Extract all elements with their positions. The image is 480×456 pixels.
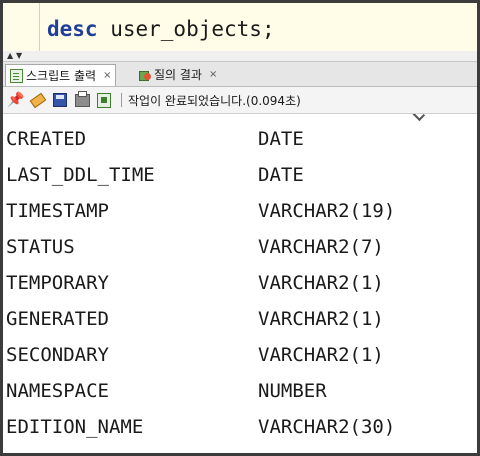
output-tabs: 스크립트 출력 × 질의 결과 × (3, 62, 477, 87)
print-icon (74, 90, 90, 107)
tab-label: 스크립트 출력 (26, 69, 97, 83)
tab-script-output[interactable]: 스크립트 출력 × (5, 64, 117, 86)
status-message: 작업이 완료되었습니다.(0.094초) (128, 93, 301, 108)
editor-gutter (39, 3, 40, 51)
pane-splitter[interactable]: ▲ ▼ (3, 51, 477, 62)
save-button[interactable] (51, 91, 69, 109)
sql-developer-window: desc user_objects; ▲ ▼ 스크립트 출력 × 질의 결과 ×… (0, 0, 480, 456)
column-type: DATE (258, 164, 304, 186)
column-type: VARCHAR2(1) (258, 344, 384, 366)
script-output-icon (10, 68, 23, 83)
column-type: NUMBER (258, 380, 327, 402)
export-icon (97, 92, 111, 108)
clear-button[interactable] (29, 91, 47, 109)
column-type: VARCHAR2(1) (258, 272, 384, 294)
tab-query-result[interactable]: 질의 결과 × (139, 64, 217, 85)
column-name: GENERATED (6, 308, 109, 330)
column-name: TIMESTAMP (6, 200, 109, 222)
column-name: STATUS (6, 236, 75, 258)
tab-close-icon[interactable]: × (209, 69, 217, 80)
column-type: DATE (258, 128, 304, 150)
script-output-pane[interactable]: CREATED DATE LAST_DDL_TIME DATE TIMESTAMP VAR… (3, 114, 477, 453)
print-button[interactable] (73, 90, 91, 109)
toolbar-divider (121, 93, 122, 107)
export-button[interactable] (95, 91, 113, 109)
tab-label: 질의 결과 (154, 68, 202, 82)
splitter-up-icon[interactable]: ▲ (7, 52, 13, 60)
pin-icon: 📌 (7, 92, 25, 108)
column-name: SECONDARY (6, 344, 109, 366)
column-type: VARCHAR2(7) (258, 236, 384, 258)
column-type: VARCHAR2(1) (258, 308, 384, 330)
pin-button[interactable]: 📌 (7, 91, 25, 109)
output-toolbar: 📌 작업이 완료되었습니다.(0.094초) (3, 87, 477, 114)
sql-editor[interactable]: desc user_objects; (3, 3, 477, 52)
sql-statement-rest: user_objects; (97, 17, 275, 41)
eraser-icon (29, 92, 47, 108)
column-name: CREATED (6, 128, 87, 150)
editor-code-line[interactable]: desc user_objects; (47, 17, 275, 41)
column-type: VARCHAR2(19) (258, 200, 396, 222)
query-result-icon (139, 69, 151, 81)
column-name: NAMESPACE (6, 380, 109, 402)
tab-close-icon[interactable]: × (103, 70, 111, 81)
column-name: LAST_DDL_TIME (6, 164, 155, 186)
column-name: EDITION_NAME (6, 416, 144, 438)
splitter-down-icon[interactable]: ▼ (16, 52, 22, 60)
sql-keyword: desc (47, 17, 98, 41)
save-icon (53, 93, 67, 107)
column-name: TEMPORARY (6, 272, 109, 294)
scrolled-text-fragment (410, 114, 426, 122)
column-type: VARCHAR2(30) (258, 416, 396, 438)
